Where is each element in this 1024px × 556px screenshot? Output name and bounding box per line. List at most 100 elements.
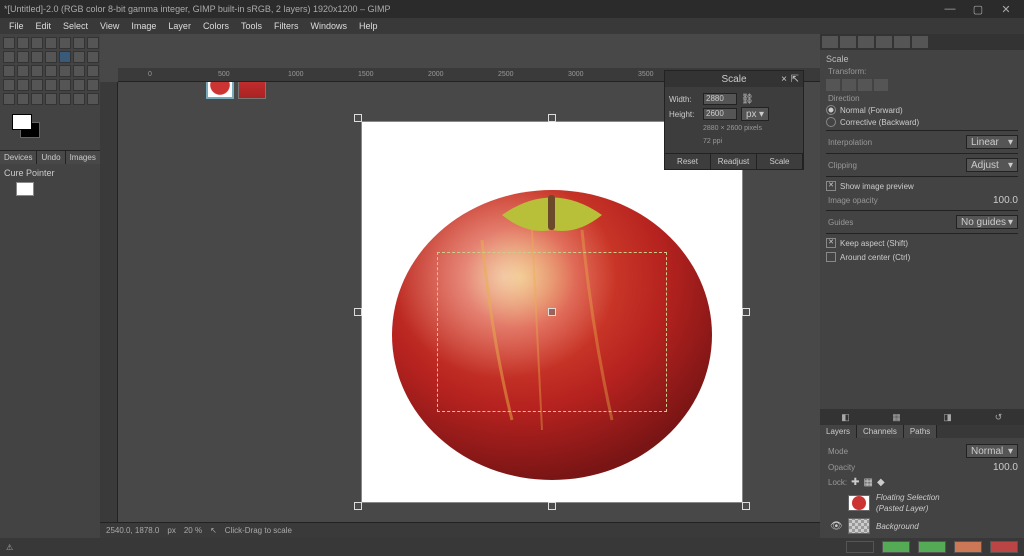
tab-paths[interactable]: Paths [904,425,937,438]
tab-undo[interactable]: Undo [37,151,65,164]
tool-scale[interactable] [59,51,71,63]
maximize-button[interactable]: ▢ [964,1,992,17]
tool[interactable] [17,65,29,77]
chk-keep-aspect[interactable]: Keep aspect (Shift) [826,236,1018,250]
menu-tools[interactable]: Tools [236,20,267,32]
handle-bl[interactable] [354,502,362,510]
pointer-swatch[interactable] [16,182,34,196]
transform-target-icon[interactable] [842,79,856,91]
tool[interactable] [87,37,99,49]
tool[interactable] [45,37,57,49]
dock-tab[interactable] [840,36,856,48]
radio-direction-corrective[interactable]: Corrective (Backward) [826,116,1018,128]
status-button-green[interactable] [918,541,946,553]
status-button-green[interactable] [882,541,910,553]
tool[interactable] [59,37,71,49]
minimize-button[interactable]: — [936,1,964,17]
tool[interactable] [31,37,43,49]
tool[interactable] [17,51,29,63]
tool[interactable] [45,51,57,63]
pattern-tab-icon[interactable]: ▦ [890,412,904,422]
dock-tab[interactable] [858,36,874,48]
layer-row-background[interactable]: 👁 Background [826,516,1018,536]
reset-button[interactable]: Reset [665,154,711,169]
tool[interactable] [87,93,99,105]
mode-dropdown[interactable]: Normal▾ [966,444,1018,458]
close-icon[interactable]: × [781,74,787,85]
transform-target-icon[interactable] [858,79,872,91]
status-button-red[interactable] [990,541,1018,553]
dock-tab[interactable] [912,36,928,48]
tool[interactable] [17,93,29,105]
handle-l[interactable] [354,308,362,316]
menu-select[interactable]: Select [58,20,93,32]
image-opacity-value[interactable]: 100.0 [993,195,1018,206]
font-tab-icon[interactable]: ◨ [941,412,955,422]
scale-dialog[interactable]: Scale⇱× Width:2880⛓ Height:2600px▾ 2880 … [664,70,804,170]
tool[interactable] [31,93,43,105]
status-button-orange[interactable] [954,541,982,553]
width-input[interactable]: 2880 [703,93,737,105]
dock-tab[interactable] [876,36,892,48]
tool[interactable] [31,51,43,63]
handle-b[interactable] [548,502,556,510]
lock-position-icon[interactable]: ▦ [864,477,873,488]
tool[interactable] [73,51,85,63]
tool[interactable] [87,79,99,91]
handle-t[interactable] [548,114,556,122]
tool[interactable] [3,51,15,63]
tool[interactable] [3,65,15,77]
layer-row-floating[interactable]: Floating Selection(Pasted Layer) [826,490,1018,516]
history-tab-icon[interactable]: ↺ [992,412,1006,422]
tab-channels[interactable]: Channels [857,425,904,438]
chk-around-center[interactable]: Around center (Ctrl) [826,250,1018,264]
tool[interactable] [17,37,29,49]
fg-color[interactable] [12,114,32,130]
lock-alpha-icon[interactable]: ◆ [877,477,885,488]
chain-icon[interactable]: ⛓ [741,94,754,105]
tool[interactable] [73,93,85,105]
menu-colors[interactable]: Colors [198,20,234,32]
tool[interactable] [59,65,71,77]
tool[interactable] [45,79,57,91]
radio-direction-normal[interactable]: Normal (Forward) [826,104,1018,116]
handle-br[interactable] [742,502,750,510]
tab-devices[interactable]: Devices [0,151,37,164]
guides-dropdown[interactable]: No guides▾ [956,215,1018,229]
tool[interactable] [31,79,43,91]
tool[interactable] [73,65,85,77]
tool[interactable] [3,79,15,91]
menu-view[interactable]: View [95,20,124,32]
status-warning-icon[interactable]: ⚠ [6,543,13,552]
tool[interactable] [59,79,71,91]
brush-tab-icon[interactable]: ◧ [839,412,853,422]
close-button[interactable]: ✕ [992,1,1020,17]
tool[interactable] [87,51,99,63]
chk-show-preview[interactable]: Show image preview [826,179,1018,193]
handle-tl[interactable] [354,114,362,122]
interpolation-dropdown[interactable]: Linear▾ [966,135,1018,149]
dock-tab[interactable] [822,36,838,48]
handle-center[interactable] [548,308,556,316]
tool[interactable] [73,79,85,91]
color-swatches[interactable] [6,114,46,144]
readjust-button[interactable]: Readjust [711,154,757,169]
opacity-value[interactable]: 100.0 [993,462,1018,473]
status-zoom[interactable]: 20 % [184,526,202,535]
status-unit[interactable]: px [167,526,175,535]
handle-r[interactable] [742,308,750,316]
dock-tab[interactable] [894,36,910,48]
menu-help[interactable]: Help [354,20,383,32]
menu-filters[interactable]: Filters [269,20,304,32]
menu-edit[interactable]: Edit [31,20,57,32]
menu-windows[interactable]: Windows [305,20,352,32]
tool[interactable] [31,65,43,77]
tool[interactable] [45,93,57,105]
scale-button[interactable]: Scale [757,154,803,169]
tool[interactable] [59,93,71,105]
tab-layers[interactable]: Layers [820,425,857,438]
transform-target-icon[interactable] [826,79,840,91]
clipping-dropdown[interactable]: Adjust▾ [966,158,1018,172]
menu-image[interactable]: Image [126,20,161,32]
tool[interactable] [45,65,57,77]
